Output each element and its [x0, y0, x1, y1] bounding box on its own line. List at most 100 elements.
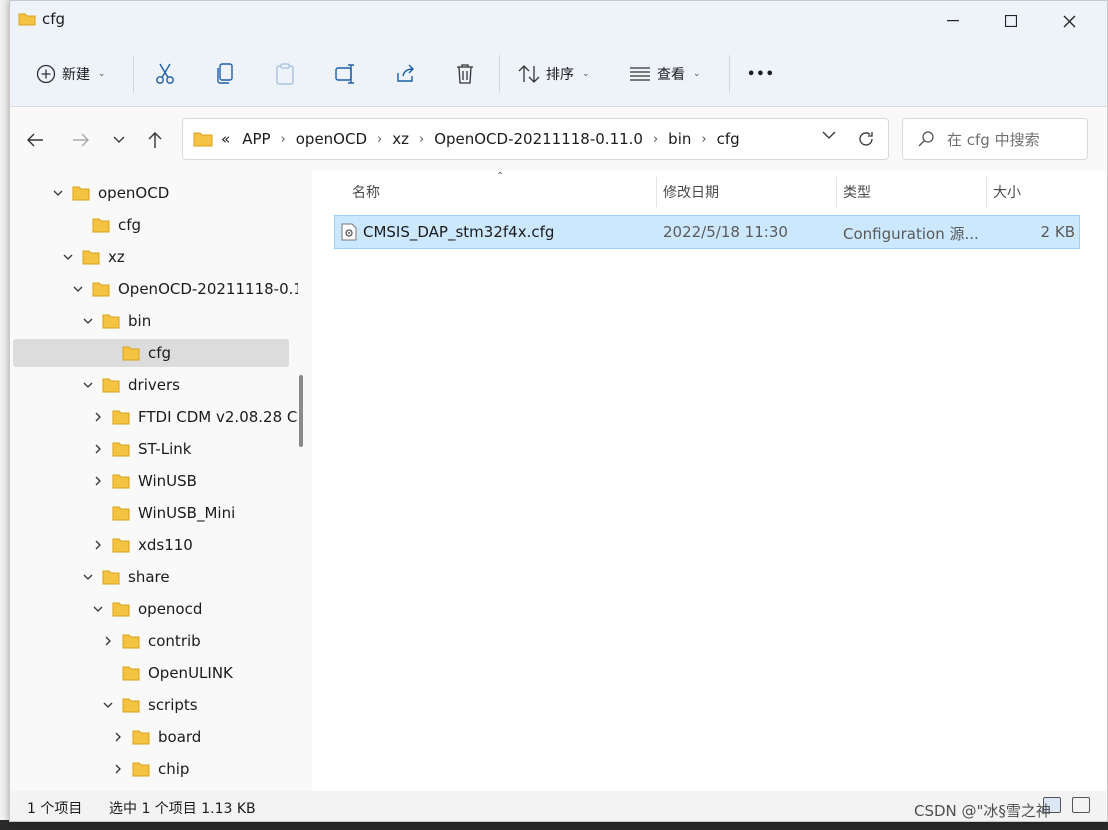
paste-button[interactable]	[275, 60, 295, 88]
tree-item-winusb[interactable]: WinUSB	[90, 467, 197, 495]
tree-item-label: contrib	[148, 632, 201, 650]
tree-item-openocd[interactable]: openOCD	[50, 179, 169, 207]
tree-item-bin[interactable]: bin	[80, 307, 151, 335]
tree-item-label: drivers	[128, 376, 180, 394]
chevron-down-icon[interactable]	[822, 131, 836, 140]
breadcrumb-overflow[interactable]: «	[221, 130, 230, 148]
column-divider[interactable]	[836, 177, 837, 207]
minimize-button[interactable]	[924, 1, 982, 41]
chevron-right-icon[interactable]: ›	[653, 132, 658, 147]
watermark: CSDN @"冰§雪之神	[914, 802, 1051, 820]
forward-button[interactable]	[68, 127, 94, 153]
file-name: CMSIS_DAP_stm32f4x.cfg	[363, 223, 555, 241]
tiles-view-button[interactable]	[1072, 797, 1090, 813]
chevron-down-icon[interactable]	[70, 286, 86, 292]
view-button[interactable]: 查看 ⌄	[629, 60, 701, 88]
tree-item-label: openocd	[138, 600, 203, 618]
file-size: 2 KB	[1040, 223, 1075, 241]
chevron-down-icon[interactable]	[80, 382, 96, 388]
breadcrumb-openocd-version[interactable]: OpenOCD-20211118-0.11.0	[434, 130, 643, 148]
chevron-down-icon[interactable]	[60, 254, 76, 260]
new-button[interactable]: 新建 ⌄	[36, 60, 106, 88]
breadcrumb-xz[interactable]: xz	[392, 130, 409, 148]
up-button[interactable]	[142, 127, 168, 153]
tree-scrollbar-thumb[interactable]	[299, 375, 303, 447]
chevron-right-icon[interactable]: ›	[419, 132, 424, 147]
more-options-button[interactable]: •••	[747, 60, 775, 88]
column-divider[interactable]	[986, 177, 987, 207]
maximize-button[interactable]	[982, 1, 1040, 41]
divider	[729, 55, 730, 93]
chevron-right-icon[interactable]	[110, 732, 126, 742]
tree-item-xds110[interactable]: xds110	[90, 531, 193, 559]
chevron-right-icon[interactable]: ›	[377, 132, 382, 147]
tree-item-label: ST-Link	[138, 440, 192, 458]
title-bar: cfg	[10, 1, 1107, 41]
chevron-down-icon[interactable]	[80, 574, 96, 580]
tree-item-st-link[interactable]: ST-Link	[90, 435, 191, 463]
search-box[interactable]: 在 cfg 中搜索	[902, 118, 1088, 160]
tree-item-openulink[interactable]: OpenULINK	[100, 659, 233, 687]
chevron-down-icon[interactable]	[50, 190, 66, 196]
cut-button[interactable]	[155, 60, 175, 88]
tree-item-board[interactable]: board	[110, 723, 201, 751]
column-header-type[interactable]: 类型	[843, 177, 871, 207]
folder-icon	[122, 346, 140, 360]
chevron-right-icon[interactable]: ›	[281, 132, 286, 147]
tree-item-cfg-root[interactable]: cfg	[70, 211, 141, 239]
close-button[interactable]	[1040, 1, 1098, 41]
folder-icon	[112, 442, 130, 456]
column-header-size[interactable]: 大小	[993, 177, 1021, 207]
share-button[interactable]	[395, 60, 417, 88]
chevron-right-icon[interactable]	[100, 636, 116, 646]
column-header-date[interactable]: 修改日期	[663, 177, 719, 207]
breadcrumb-openocd[interactable]: openOCD	[296, 130, 367, 148]
search-placeholder: 在 cfg 中搜索	[947, 130, 1040, 149]
chevron-down-icon[interactable]	[100, 702, 116, 708]
share-icon	[397, 64, 414, 82]
column-header-name[interactable]: 名称	[352, 177, 380, 207]
folder-icon	[92, 218, 110, 232]
item-count: 1 个项目	[27, 801, 83, 817]
tree-item-share[interactable]: share	[80, 563, 170, 591]
back-button[interactable]	[22, 127, 48, 153]
folder-icon	[92, 282, 110, 296]
tree-item-label: board	[158, 728, 202, 746]
tree-item-ftdi-cdm[interactable]: FTDI CDM v2.08.28 Ce	[90, 403, 298, 431]
breadcrumb-bin[interactable]: bin	[668, 130, 691, 148]
tree-item-cfg[interactable]: cfg	[100, 339, 171, 367]
refresh-icon[interactable]	[856, 129, 876, 149]
tree-scrollbar[interactable]	[298, 171, 312, 791]
sort-button[interactable]: 排序 ⌄	[518, 60, 590, 88]
chevron-down-icon[interactable]	[80, 318, 96, 324]
breadcrumb-cfg[interactable]: cfg	[717, 130, 740, 148]
tree-item-drivers[interactable]: drivers	[80, 371, 180, 399]
chevron-right-icon[interactable]	[110, 764, 126, 774]
rename-button[interactable]	[335, 60, 357, 88]
chevron-down-icon[interactable]	[90, 606, 106, 612]
file-row[interactable]: CMSIS_DAP_stm32f4x.cfg 2022/5/18 11:30 C…	[334, 215, 1080, 249]
tree-item-xz[interactable]: xz	[60, 243, 125, 271]
search-icon	[918, 131, 934, 147]
folder-icon	[122, 698, 140, 712]
tree-item-chip[interactable]: chip	[110, 755, 189, 783]
chevron-right-icon[interactable]	[90, 444, 106, 454]
recent-locations-button[interactable]	[106, 127, 132, 153]
tree-item-contrib[interactable]: contrib	[100, 627, 201, 655]
chevron-right-icon[interactable]: ›	[701, 132, 706, 147]
arrow-up-icon	[148, 132, 162, 148]
tree-item-scripts[interactable]: scripts	[100, 691, 198, 719]
chevron-right-icon[interactable]	[90, 540, 106, 550]
tree-item-label: share	[128, 568, 170, 586]
chevron-right-icon[interactable]	[90, 476, 106, 486]
delete-button[interactable]	[455, 60, 475, 88]
tree-item-openocd-version[interactable]: OpenOCD-20211118-0.1	[70, 275, 298, 303]
column-divider[interactable]	[656, 177, 657, 207]
tree-item-winusb-mini[interactable]: WinUSB_Mini	[90, 499, 235, 527]
list-view-icon	[630, 67, 650, 81]
copy-button[interactable]	[215, 60, 235, 88]
breadcrumb-app[interactable]: APP	[242, 130, 270, 148]
tree-item-openocd-share[interactable]: openocd	[90, 595, 202, 623]
address-bar[interactable]: « APP › openOCD › xz › OpenOCD-20211118-…	[182, 118, 889, 160]
chevron-right-icon[interactable]	[90, 412, 106, 422]
